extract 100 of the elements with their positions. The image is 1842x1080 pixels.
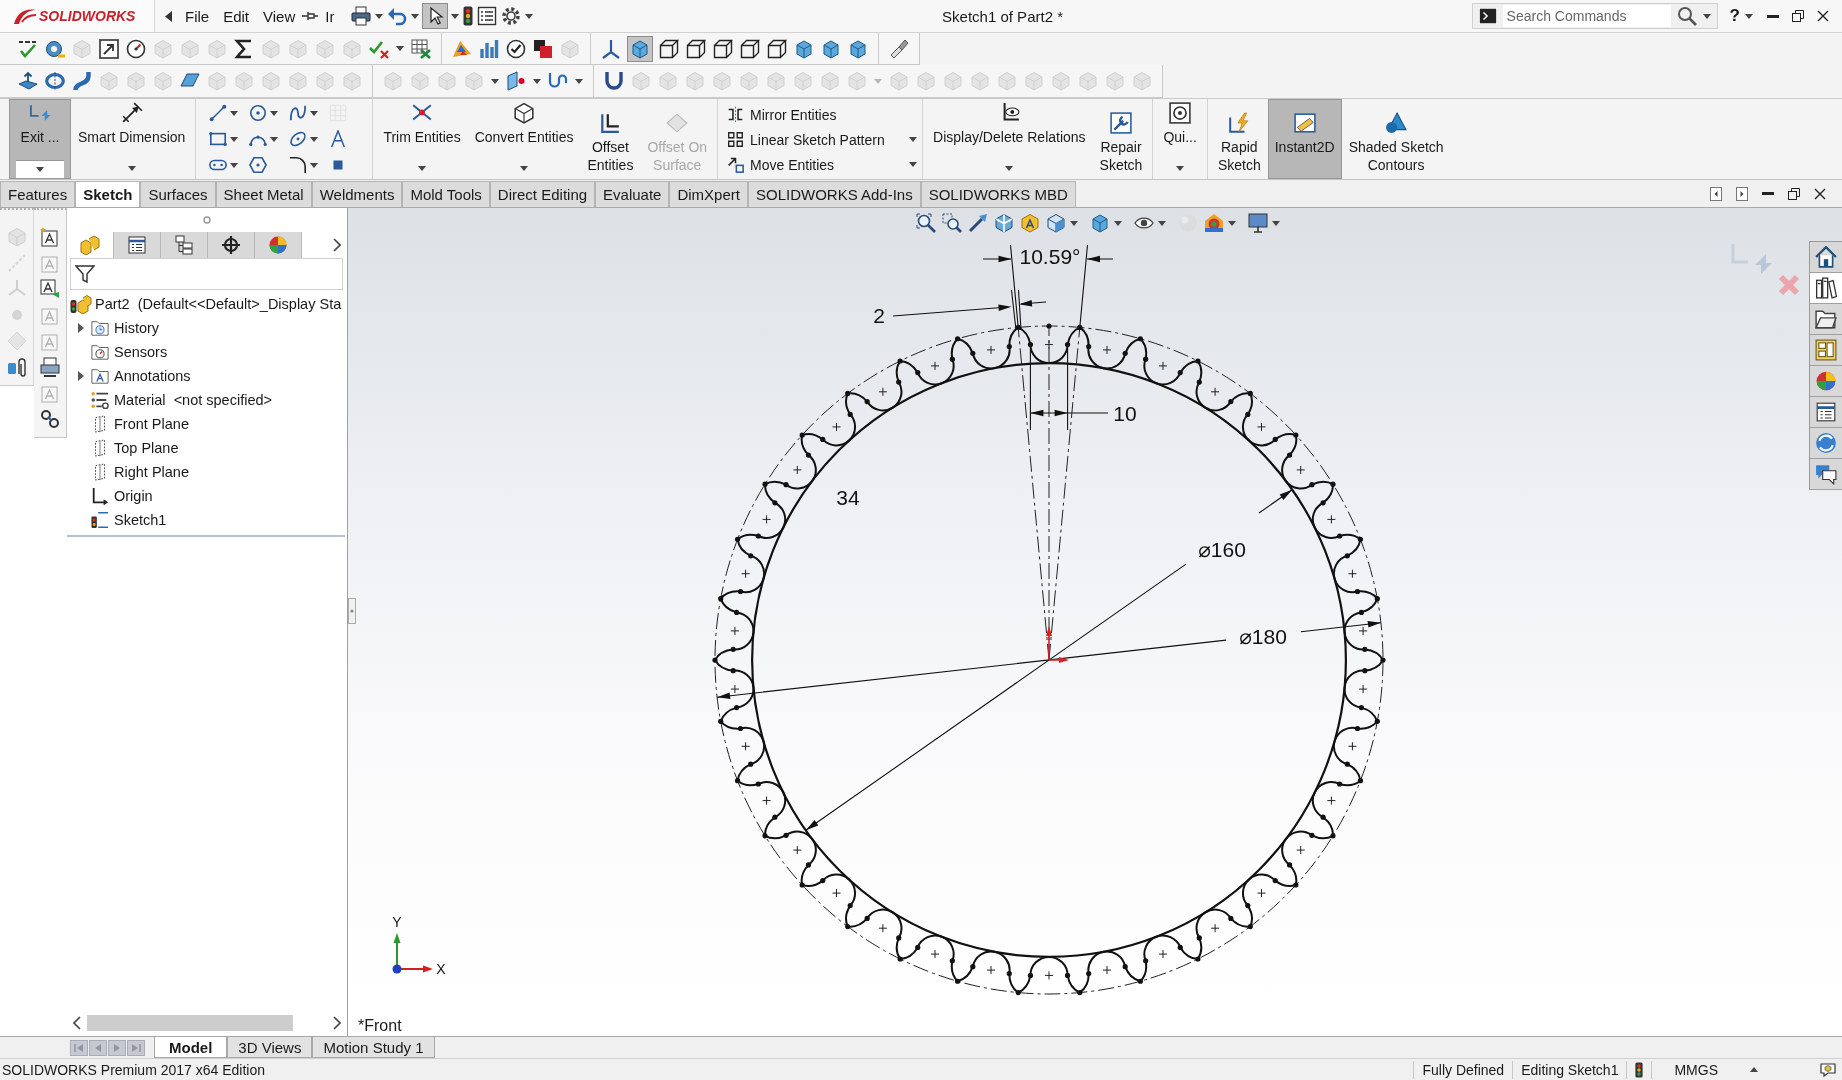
tree-item[interactable]: Sketch1 xyxy=(67,508,347,532)
split-cube-icon[interactable] xyxy=(994,213,1014,233)
caret-icon[interactable] xyxy=(1228,220,1236,226)
tab[interactable]: Mold Tools xyxy=(402,181,490,207)
command-button[interactable]: Shaded Sketch Contours xyxy=(1341,99,1451,179)
search-field[interactable]: Search Commands xyxy=(1471,3,1718,29)
tab[interactable]: SOLIDWORKS MBD xyxy=(920,181,1076,207)
command-button[interactable]: Convert Entities xyxy=(467,99,581,179)
wave-curve-icon[interactable] xyxy=(548,71,568,91)
caret-icon[interactable] xyxy=(1070,220,1078,226)
layout-icon[interactable] xyxy=(1810,335,1842,366)
letter-hexagon-icon[interactable] xyxy=(1020,213,1040,233)
cube-icon[interactable] xyxy=(1046,213,1066,233)
close-icon[interactable] xyxy=(1814,187,1826,200)
squares-icon[interactable] xyxy=(533,38,553,59)
tab[interactable]: Sketch xyxy=(75,181,141,207)
wire-cube-icon[interactable] xyxy=(713,38,733,59)
diagonal-arrow-icon[interactable] xyxy=(968,213,988,233)
help-button[interactable]: ? xyxy=(1729,6,1740,26)
caret-icon[interactable] xyxy=(575,78,583,84)
caret-icon[interactable] xyxy=(396,46,404,51)
chevron-left-icon[interactable] xyxy=(73,1016,81,1030)
caret-icon[interactable] xyxy=(1272,220,1280,226)
pin-icon[interactable] xyxy=(302,11,319,21)
property-list-icon[interactable] xyxy=(1810,397,1842,428)
gauge-icon[interactable] xyxy=(126,38,146,59)
dimension-text[interactable]: 2 xyxy=(873,303,885,327)
caret-icon[interactable] xyxy=(1114,220,1122,226)
restore-icon[interactable] xyxy=(1788,187,1800,200)
spreadsheet-icon[interactable] xyxy=(411,38,431,59)
pen-icon[interactable] xyxy=(889,38,909,59)
tab[interactable]: SOLIDWORKS Add-Ins xyxy=(747,181,921,207)
tab[interactable]: Evaluate xyxy=(595,181,670,207)
settings-icon[interactable] xyxy=(501,6,522,26)
tree-item[interactable]: Part2 (Default<<Default>_Display Sta xyxy=(67,292,347,316)
curved-bar-icon[interactable] xyxy=(72,71,92,91)
menu-item[interactable]: View xyxy=(256,4,303,28)
paperclip-icon[interactable] xyxy=(6,357,27,377)
dimension-text[interactable]: 10 xyxy=(1113,401,1137,425)
speech-bubbles-icon[interactable] xyxy=(1810,459,1842,490)
monitor-icon[interactable] xyxy=(1248,213,1268,233)
printer-icon[interactable] xyxy=(351,6,372,26)
tree-item[interactable]: Sensors xyxy=(67,340,347,364)
command-button[interactable]: Move Entities xyxy=(727,152,918,177)
chevron-right-icon[interactable] xyxy=(333,1016,341,1030)
command-button[interactable]: Smart Dimension xyxy=(71,99,193,179)
caret-up-icon[interactable] xyxy=(1750,1067,1758,1072)
zoom-to-fit-icon[interactable] xyxy=(916,213,936,233)
caret-icon[interactable] xyxy=(451,13,460,19)
configuration-tree-icon[interactable] xyxy=(161,232,208,258)
command-button[interactable]: Mirror Entities xyxy=(727,102,918,127)
tree-item[interactable]: Material <not specified> xyxy=(67,388,347,412)
command-prompt-icon[interactable] xyxy=(1478,7,1497,25)
tree-item[interactable]: History xyxy=(67,316,347,340)
sigma-icon[interactable] xyxy=(234,38,254,59)
tab[interactable]: Features xyxy=(0,181,76,207)
restore-icon[interactable] xyxy=(1792,10,1804,22)
command-button[interactable]: Exit ... xyxy=(9,99,71,179)
tree-item[interactable]: Right Plane xyxy=(67,460,347,484)
cube-icon[interactable] xyxy=(794,38,814,59)
zoom-area-icon[interactable] xyxy=(942,213,962,233)
tree-item[interactable]: Top Plane xyxy=(67,436,347,460)
grip-icon[interactable] xyxy=(203,216,211,224)
traffic-light-icon[interactable] xyxy=(463,6,474,26)
books-icon[interactable] xyxy=(1810,273,1842,304)
command-button[interactable]: Repair Sketch xyxy=(1092,99,1150,179)
dimension-text[interactable]: ⌀160 xyxy=(1198,537,1246,561)
command-button[interactable]: Offset Entities xyxy=(580,99,641,179)
close-icon[interactable] xyxy=(1817,10,1829,22)
filter-field[interactable] xyxy=(70,258,343,290)
undo-icon[interactable] xyxy=(387,6,408,26)
cube-icon[interactable] xyxy=(1090,213,1110,233)
caret-icon[interactable] xyxy=(1702,13,1711,19)
traffic-light-icon[interactable] xyxy=(1635,1061,1644,1078)
cursor-icon[interactable] xyxy=(423,4,448,28)
command-button[interactable]: Qui... xyxy=(1156,99,1204,179)
folder-icon[interactable] xyxy=(1810,304,1842,335)
bar-chart-icon[interactable] xyxy=(479,38,499,59)
tab[interactable]: Weldments xyxy=(311,181,403,207)
u-shape-icon[interactable] xyxy=(604,71,624,91)
command-button[interactable]: Trim Entities xyxy=(376,99,468,179)
caret-icon[interactable] xyxy=(491,78,499,84)
menu-item[interactable]: Edit xyxy=(216,4,257,28)
expand-arrow-icon[interactable] xyxy=(78,371,84,381)
home-icon[interactable] xyxy=(1810,242,1842,273)
minimize-icon[interactable] xyxy=(1767,14,1779,18)
check-circle-icon[interactable] xyxy=(506,38,526,59)
tape-measure-icon[interactable] xyxy=(45,38,65,59)
command-button[interactable]: Display/Delete Relations xyxy=(926,99,1093,179)
tab[interactable]: DimXpert xyxy=(669,181,748,207)
plane-point-icon[interactable] xyxy=(506,71,526,91)
axes-icon[interactable] xyxy=(601,38,621,59)
caret-icon[interactable] xyxy=(375,13,384,19)
note-icon[interactable] xyxy=(40,227,60,247)
command-button[interactable]: Linear Sketch Pattern xyxy=(727,127,918,152)
chain-icon[interactable] xyxy=(40,409,60,429)
crosshair-icon[interactable] xyxy=(208,232,255,258)
tree-item[interactable]: Front Plane xyxy=(67,412,347,436)
caret-icon[interactable] xyxy=(1158,220,1166,226)
cube-icon[interactable] xyxy=(821,38,841,59)
